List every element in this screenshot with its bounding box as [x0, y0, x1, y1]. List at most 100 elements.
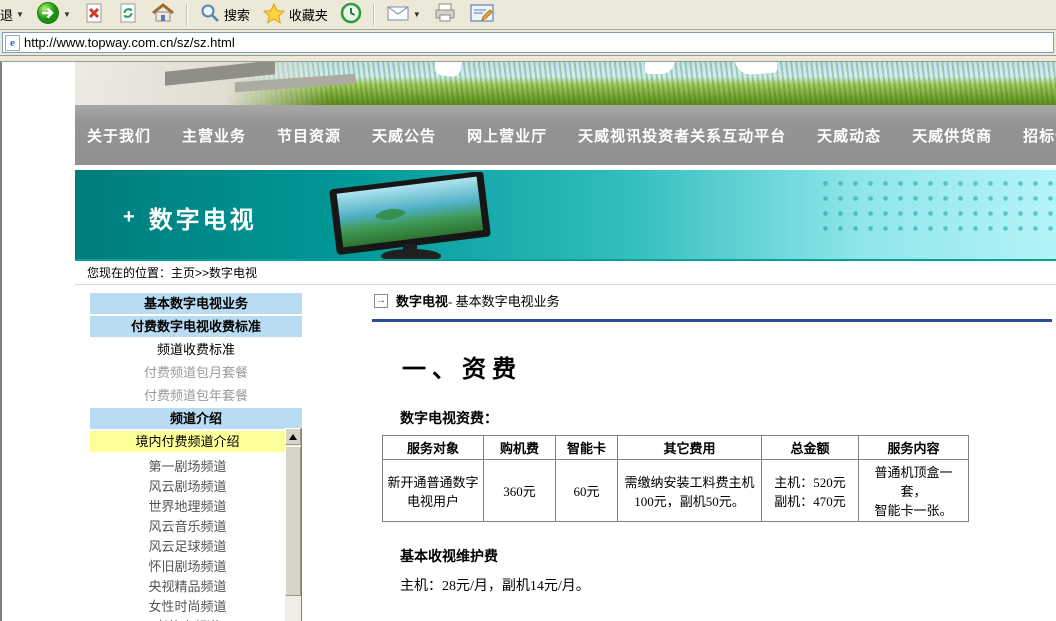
edit-button[interactable]	[465, 2, 499, 28]
forward-button[interactable]: ▼	[32, 2, 75, 28]
maintenance-fee-text: 主机：28元/月，副机14元/月。	[400, 575, 1056, 595]
nav-item-announcements[interactable]: 天威公告	[372, 125, 436, 146]
cell-service-target: 新开通普通数字电视用户	[383, 460, 484, 522]
favorites-button[interactable]: 收藏夹	[258, 2, 332, 28]
sidebar-item-yearly-package[interactable]: 付费频道包年套餐	[90, 385, 302, 406]
logo-fragment	[645, 62, 675, 74]
mail-icon	[386, 3, 410, 26]
banner-text: + 数字电视	[123, 200, 257, 235]
edit-icon	[469, 3, 495, 26]
stop-button[interactable]	[79, 2, 109, 28]
sidebar-item-basic-dtv[interactable]: 基本数字电视业务	[90, 293, 302, 314]
ie-page-icon: e	[5, 35, 20, 51]
nav-item-about[interactable]: 关于我们	[87, 125, 151, 146]
back-button[interactable]: 退 ▼	[0, 2, 28, 28]
banner-dot-pattern	[818, 176, 1056, 236]
nav-item-tenders[interactable]: 招标信息	[1023, 125, 1056, 146]
sidebar-menu: 基本数字电视业务 付费数字电视收费标准 频道收费标准 付费频道包月套餐 付费频道…	[90, 293, 302, 621]
arrow-box-icon: →	[374, 294, 388, 308]
sidebar-scrollbar[interactable]	[285, 428, 302, 621]
channel-item[interactable]: 世界地理频道	[90, 497, 285, 517]
breadcrumb: 您现在的位置：主页>>数字电视	[75, 261, 1056, 285]
digital-tv-banner: + 数字电视	[75, 170, 1056, 259]
channel-item[interactable]: 风云足球频道	[90, 537, 285, 557]
channel-item[interactable]: 怀旧剧场频道	[90, 557, 285, 577]
logo-fragment	[734, 62, 777, 75]
scrollbar-thumb[interactable]	[285, 446, 301, 596]
cell-smart-card: 60元	[556, 460, 618, 522]
channel-item[interactable]: 央视精品频道	[90, 577, 285, 597]
logo-fragment	[434, 62, 463, 78]
nav-item-business[interactable]: 主营业务	[182, 125, 246, 146]
history-icon	[340, 2, 362, 27]
col-service-content: 服务内容	[859, 436, 969, 460]
section-header: → 数字电视- 基本数字电视业务	[374, 291, 1056, 310]
toolbar-separator	[186, 4, 188, 26]
scroll-up-button[interactable]	[285, 428, 301, 445]
channel-item[interactable]: 老故事频道	[90, 617, 285, 621]
fee-table-title: 数字电视资费：	[400, 408, 1056, 428]
main-nav: 关于我们 主营业务 节目资源 天威公告 网上营业厅 天威视讯投资者关系互动平台 …	[75, 105, 1056, 165]
page-viewport: 关于我们 主营业务 节目资源 天威公告 网上营业厅 天威视讯投资者关系互动平台 …	[0, 62, 1056, 621]
nav-item-programs[interactable]: 节目资源	[277, 125, 341, 146]
fee-table-row: 新开通普通数字电视用户 360元 60元 需缴纳安装工料费主机100元，副机50…	[383, 460, 969, 522]
home-button[interactable]	[147, 2, 179, 28]
sidebar-item-domestic-paid-channels[interactable]: 境内付费频道介绍	[90, 431, 285, 452]
browser-toolbar: 退 ▼ ▼ 搜索	[0, 0, 1056, 30]
channel-item[interactable]: 风云剧场频道	[90, 477, 285, 497]
sidebar-item-monthly-package[interactable]: 付费频道包月套餐	[90, 362, 302, 383]
sidebar-item-channel-rates[interactable]: 频道收费标准	[90, 339, 302, 360]
cell-service-content: 普通机顶盒一套， 智能卡一张。	[859, 460, 969, 522]
nav-item-suppliers[interactable]: 天威供货商	[912, 125, 992, 146]
cell-total: 主机：520元 副机：470元	[762, 460, 859, 522]
channel-item[interactable]: 第一剧场频道	[90, 457, 285, 477]
back-dropdown-caret[interactable]: ▼	[16, 10, 24, 19]
stop-icon	[83, 2, 105, 27]
col-smart-card: 智能卡	[556, 436, 618, 460]
channel-list: 第一剧场频道 风云剧场频道 世界地理频道 风云音乐频道 风云足球频道 怀旧剧场频…	[90, 452, 285, 621]
up-arrow-icon	[289, 434, 297, 440]
history-button[interactable]	[336, 2, 366, 28]
search-icon	[199, 2, 221, 27]
refresh-icon	[117, 2, 139, 27]
sidebar-item-channel-intro[interactable]: 频道介绍	[90, 408, 302, 429]
search-label: 搜索	[224, 5, 250, 24]
col-other-fees: 其它费用	[618, 436, 762, 460]
star-icon	[262, 2, 286, 27]
cell-device-fee: 360元	[484, 460, 556, 522]
address-input[interactable]	[24, 34, 1053, 51]
heading-fees: 一、资费	[402, 349, 1056, 384]
channel-item[interactable]: 风云音乐频道	[90, 517, 285, 537]
mail-dropdown-caret[interactable]: ▼	[413, 10, 421, 19]
col-device-fee: 购机费	[484, 436, 556, 460]
nav-item-investor-platform[interactable]: 天威视讯投资者关系互动平台	[578, 125, 786, 146]
maintenance-fee-title: 基本收视维护费	[400, 546, 1056, 566]
nav-item-online-hall[interactable]: 网上营业厅	[467, 125, 547, 146]
sidebar-item-paid-dtv-rates[interactable]: 付费数字电视收费标准	[90, 316, 302, 337]
mail-button[interactable]: ▼	[382, 2, 425, 28]
refresh-button[interactable]	[113, 2, 143, 28]
search-button[interactable]: 搜索	[195, 2, 254, 28]
address-bar: e	[0, 30, 1056, 56]
channel-item[interactable]: 女性时尚频道	[90, 597, 285, 617]
banner-title: 数字电视	[149, 200, 257, 235]
home-icon	[151, 2, 175, 27]
cell-other-fees: 需缴纳安装工料费主机100元，副机50元。	[618, 460, 762, 522]
forward-dropdown-caret[interactable]: ▼	[63, 10, 71, 19]
main-content: → 数字电视- 基本数字电视业务 一、资费 数字电视资费： 服务对象 购机费 智…	[372, 286, 1056, 621]
address-field[interactable]: e	[2, 32, 1054, 53]
site-container: 关于我们 主营业务 节目资源 天威公告 网上营业厅 天威视讯投资者关系互动平台 …	[75, 62, 1056, 621]
favorites-label: 收藏夹	[289, 5, 328, 24]
back-button-label: 退	[0, 5, 13, 24]
print-button[interactable]	[429, 2, 461, 28]
tv-image	[315, 172, 505, 259]
col-service-target: 服务对象	[383, 436, 484, 460]
fee-table-header-row: 服务对象 购机费 智能卡 其它费用 总金额 服务内容	[383, 436, 969, 460]
forward-icon	[36, 1, 60, 28]
section-divider	[372, 319, 1052, 322]
section-title-main: 数字电视	[396, 294, 448, 309]
nav-item-news[interactable]: 天威动态	[817, 125, 881, 146]
printer-icon	[433, 2, 457, 27]
header-photo	[75, 62, 1056, 105]
section-title-sub: - 基本数字电视业务	[448, 294, 560, 309]
